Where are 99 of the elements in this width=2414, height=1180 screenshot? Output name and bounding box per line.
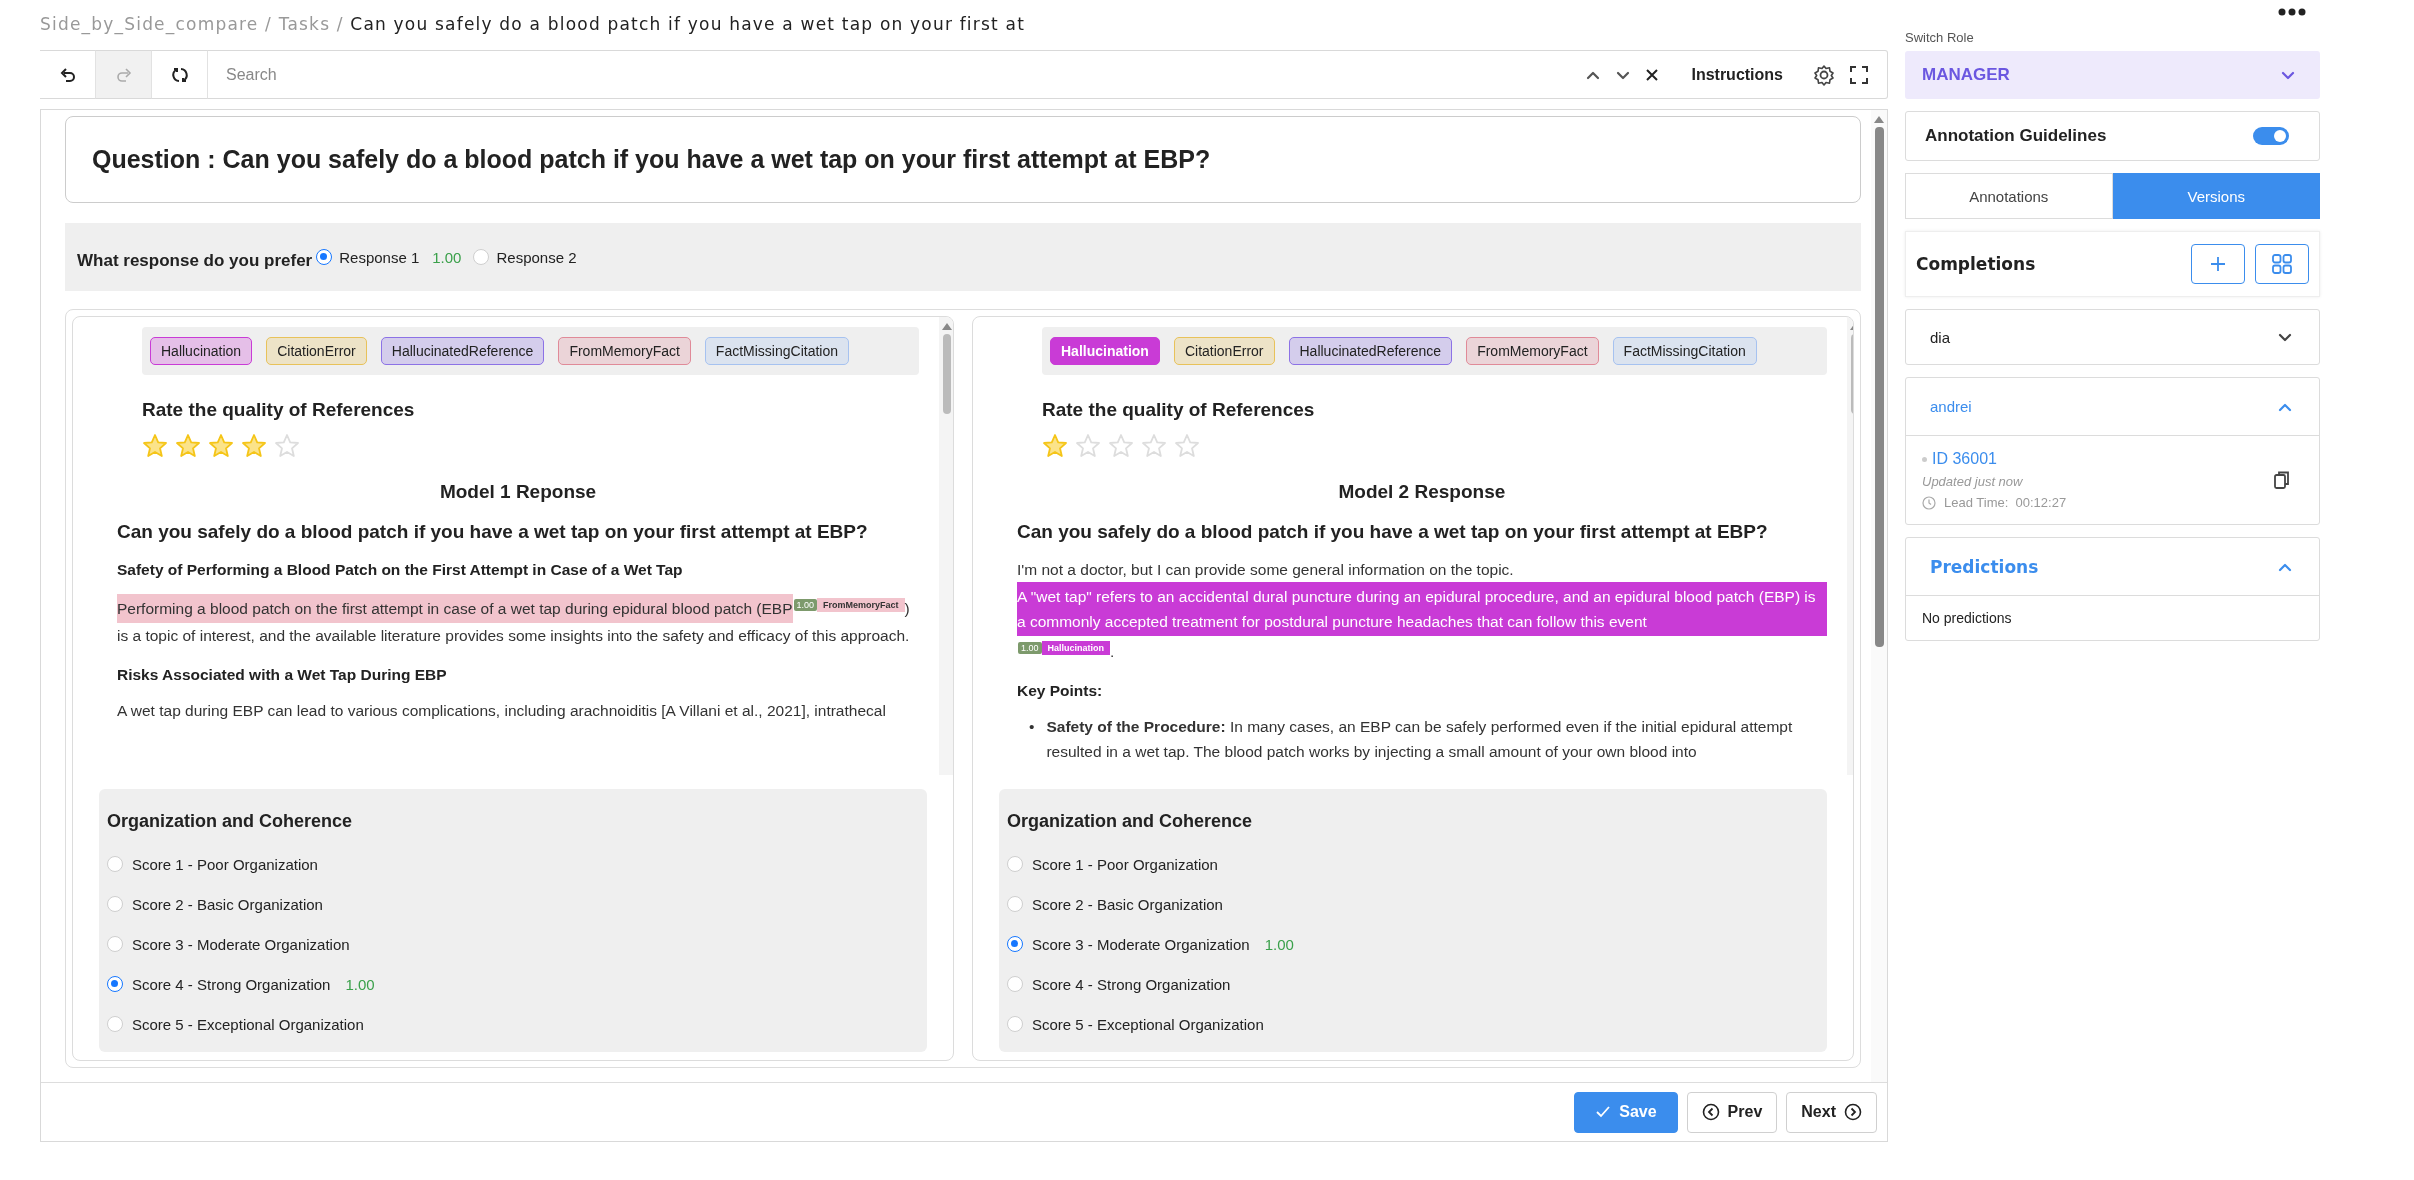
- guidelines-label: Annotation Guidelines: [1925, 126, 2107, 146]
- label-tag: FromMemoryFact: [817, 598, 905, 612]
- label-chip[interactable]: FromMemoryFact: [558, 337, 691, 365]
- label-chip[interactable]: FromMemoryFact: [1466, 337, 1599, 365]
- star-icon[interactable]: [1042, 433, 1068, 459]
- breadcrumb-separator: /: [336, 14, 344, 34]
- score-option[interactable]: Score 4 - Strong Organization 1.00: [107, 964, 375, 1004]
- response-title: Model 2 Response: [1337, 481, 1507, 503]
- fullscreen-icon[interactable]: [1849, 64, 1869, 85]
- tab[interactable]: Annotations: [1905, 173, 2113, 219]
- grid-view-button[interactable]: [2255, 244, 2309, 284]
- rating-title: Rate the quality of References: [142, 399, 416, 421]
- star-icon[interactable]: [1141, 433, 1167, 459]
- question-heading: Question : Can you safely do a blood patch if you have a wet tap on your first attempt at EBP?: [65, 116, 1861, 203]
- highlighted-text[interactable]: Performing a blood patch on the first attempt in case of a wet tap during epidural blood patch (EBP: [117, 594, 793, 624]
- star-icon[interactable]: [1108, 433, 1134, 459]
- star-icon[interactable]: [274, 433, 300, 459]
- score-option[interactable]: Score 2 - Basic Organization: [1007, 884, 1223, 924]
- score-text: 1.00: [432, 248, 462, 266]
- more-icon[interactable]: [2278, 8, 2306, 16]
- reset-button[interactable]: [152, 50, 208, 99]
- radio-icon[interactable]: [316, 249, 333, 265]
- switch-role-label: Switch Role: [1905, 30, 1975, 45]
- scrollbar-thumb[interactable]: [1874, 127, 1884, 647]
- score-option[interactable]: Score 1 - Poor Organization: [1007, 844, 1218, 884]
- score-option[interactable]: Score 2 - Basic Organization: [107, 884, 323, 924]
- circle-arrow-right-icon: [1844, 1103, 1862, 1121]
- label-chip[interactable]: CitationError: [266, 337, 367, 365]
- highlighted-text[interactable]: A "wet tap" refers to an accidental dural puncture during an epidural procedure, and an epidural blood patch (EBP) is a commonly accepted treatment for postdural puncture headaches that can follow this event: [1017, 582, 1827, 636]
- preference-question: What response do you prefer: [77, 251, 313, 271]
- undo-button[interactable]: [40, 50, 96, 99]
- scrollbar[interactable]: [1871, 110, 1887, 1082]
- clock-icon: [1922, 495, 1936, 510]
- label-chip[interactable]: HallucinatedReference: [1288, 337, 1453, 365]
- prev-button[interactable]: Prev: [1686, 1091, 1778, 1133]
- breadcrumb-current: Can you safely do a blood patch if you have a wet tap on your first at: [350, 14, 1025, 34]
- scrollbar-thumb[interactable]: [943, 334, 951, 414]
- next-button[interactable]: Next: [1786, 1091, 1877, 1133]
- check-icon: [1595, 1104, 1612, 1120]
- radio-icon[interactable]: [107, 976, 123, 992]
- label-chip[interactable]: CitationError: [1173, 337, 1275, 365]
- label-chip[interactable]: FactMissingCitation: [704, 337, 849, 365]
- updated-text: Updated just now: [1922, 474, 2024, 489]
- response-option[interactable]: Response 2: [473, 248, 577, 266]
- grid-icon: [2271, 253, 2293, 275]
- response-subheading: Risks Associated with a Wet Tap During EBP: [117, 666, 448, 685]
- score-option[interactable]: Score 3 - Moderate Organization: [107, 924, 350, 964]
- radio-icon[interactable]: [1007, 936, 1023, 952]
- close-icon[interactable]: [1645, 67, 1660, 82]
- search-field[interactable]: Search: [208, 50, 1586, 99]
- score-option[interactable]: Score 4 - Strong Organization: [1007, 964, 1231, 1004]
- rating-title: Rate the quality of References: [1042, 399, 1316, 421]
- label-chip[interactable]: FactMissingCitation: [1612, 337, 1757, 365]
- scroll-up-icon[interactable]: [1874, 116, 1884, 123]
- response-option[interactable]: Response 1 1.00: [316, 248, 462, 266]
- star-icon[interactable]: [208, 433, 234, 459]
- star-icon[interactable]: [1075, 433, 1101, 459]
- completions-title: Completions: [1916, 254, 2037, 274]
- response-heading: Can you safely do a blood patch if you have a wet tap on your first attempt at EBP?: [117, 521, 869, 543]
- role-dropdown[interactable]: MANAGER: [1905, 51, 2320, 99]
- circle-arrow-left-icon: [1701, 1103, 1720, 1121]
- star-icon[interactable]: [1174, 433, 1200, 459]
- response-subheading: Safety of Performing a Blood Patch on the First Attempt in Case of a Wet Tap: [117, 561, 684, 579]
- score-badge: 1.00: [1018, 642, 1042, 654]
- label-tag: Hallucination: [1041, 641, 1111, 655]
- score-option[interactable]: Score 5 - Exceptional Organization: [107, 1004, 364, 1044]
- score-option[interactable]: Score 1 - Poor Organization: [107, 844, 318, 884]
- label-chip[interactable]: HallucinatedReference: [380, 337, 545, 365]
- score-text: 1.00: [345, 975, 375, 993]
- response-subheading: Key Points:: [1017, 682, 1104, 701]
- star-icon[interactable]: [175, 433, 201, 459]
- bullet-marker: •: [1029, 717, 1035, 738]
- score-text: 1.00: [1264, 935, 1294, 953]
- response-heading: Can you safely do a blood patch if you have a wet tap on your first attempt at EBP?: [1017, 521, 1769, 543]
- criterion-title: Organization and Coherence: [1007, 811, 1254, 832]
- breadcrumb-separator: /: [265, 14, 273, 34]
- response-paragraph: Performing a blood patch on the first attempt in case of a wet tap during epidural blood patch (EBP $^{1.00}$ $^{FromMemoryFact}$ ) is a topic of interest, and the available literature provides some insights into the safety and efficacy of this approach.: [117, 593, 919, 649]
- score-badge: 1.00: [793, 599, 818, 611]
- completion-item[interactable]: dia: [1906, 310, 2319, 364]
- criterion-title: Organization and Coherence: [107, 811, 354, 832]
- label-chip[interactable]: Hallucination: [150, 337, 253, 365]
- score-option[interactable]: Score 3 - Moderate Organization 1.00: [1007, 924, 1294, 964]
- scroll-up-icon[interactable]: [942, 323, 952, 330]
- response-title: Model 1 Reponse: [438, 481, 598, 503]
- score-option[interactable]: Score 5 - Exceptional Organization: [1007, 1004, 1264, 1044]
- toggle-switch[interactable]: [2253, 127, 2289, 145]
- scrollbar[interactable]: [939, 317, 953, 775]
- settings-icon[interactable]: [1813, 63, 1835, 86]
- lead-time: Lead Time: 00:12:27: [1944, 495, 2067, 510]
- bullet-item: Safety of the Procedure: In many cases, an EBP can be safely performed even if the initial epidural attempt resulted in a wet tap. The blood patch works by injecting a small amount of your own blood into: [1046, 717, 1794, 763]
- empty-message: No predictions: [1921, 609, 2013, 628]
- response-paragraph: A wet tap during EBP can lead to various complications, including arachnoiditis [A Villani et al., 2021], intrathecal: [117, 701, 887, 722]
- add-button[interactable]: [2191, 244, 2245, 284]
- copy-icon[interactable]: [2273, 470, 2291, 490]
- instructions-button[interactable]: Instructions: [1691, 65, 1783, 84]
- star-icon[interactable]: [142, 433, 168, 459]
- label-chip[interactable]: Hallucination: [1050, 337, 1160, 365]
- star-icon[interactable]: [241, 433, 267, 459]
- plus-icon: [2210, 256, 2226, 272]
